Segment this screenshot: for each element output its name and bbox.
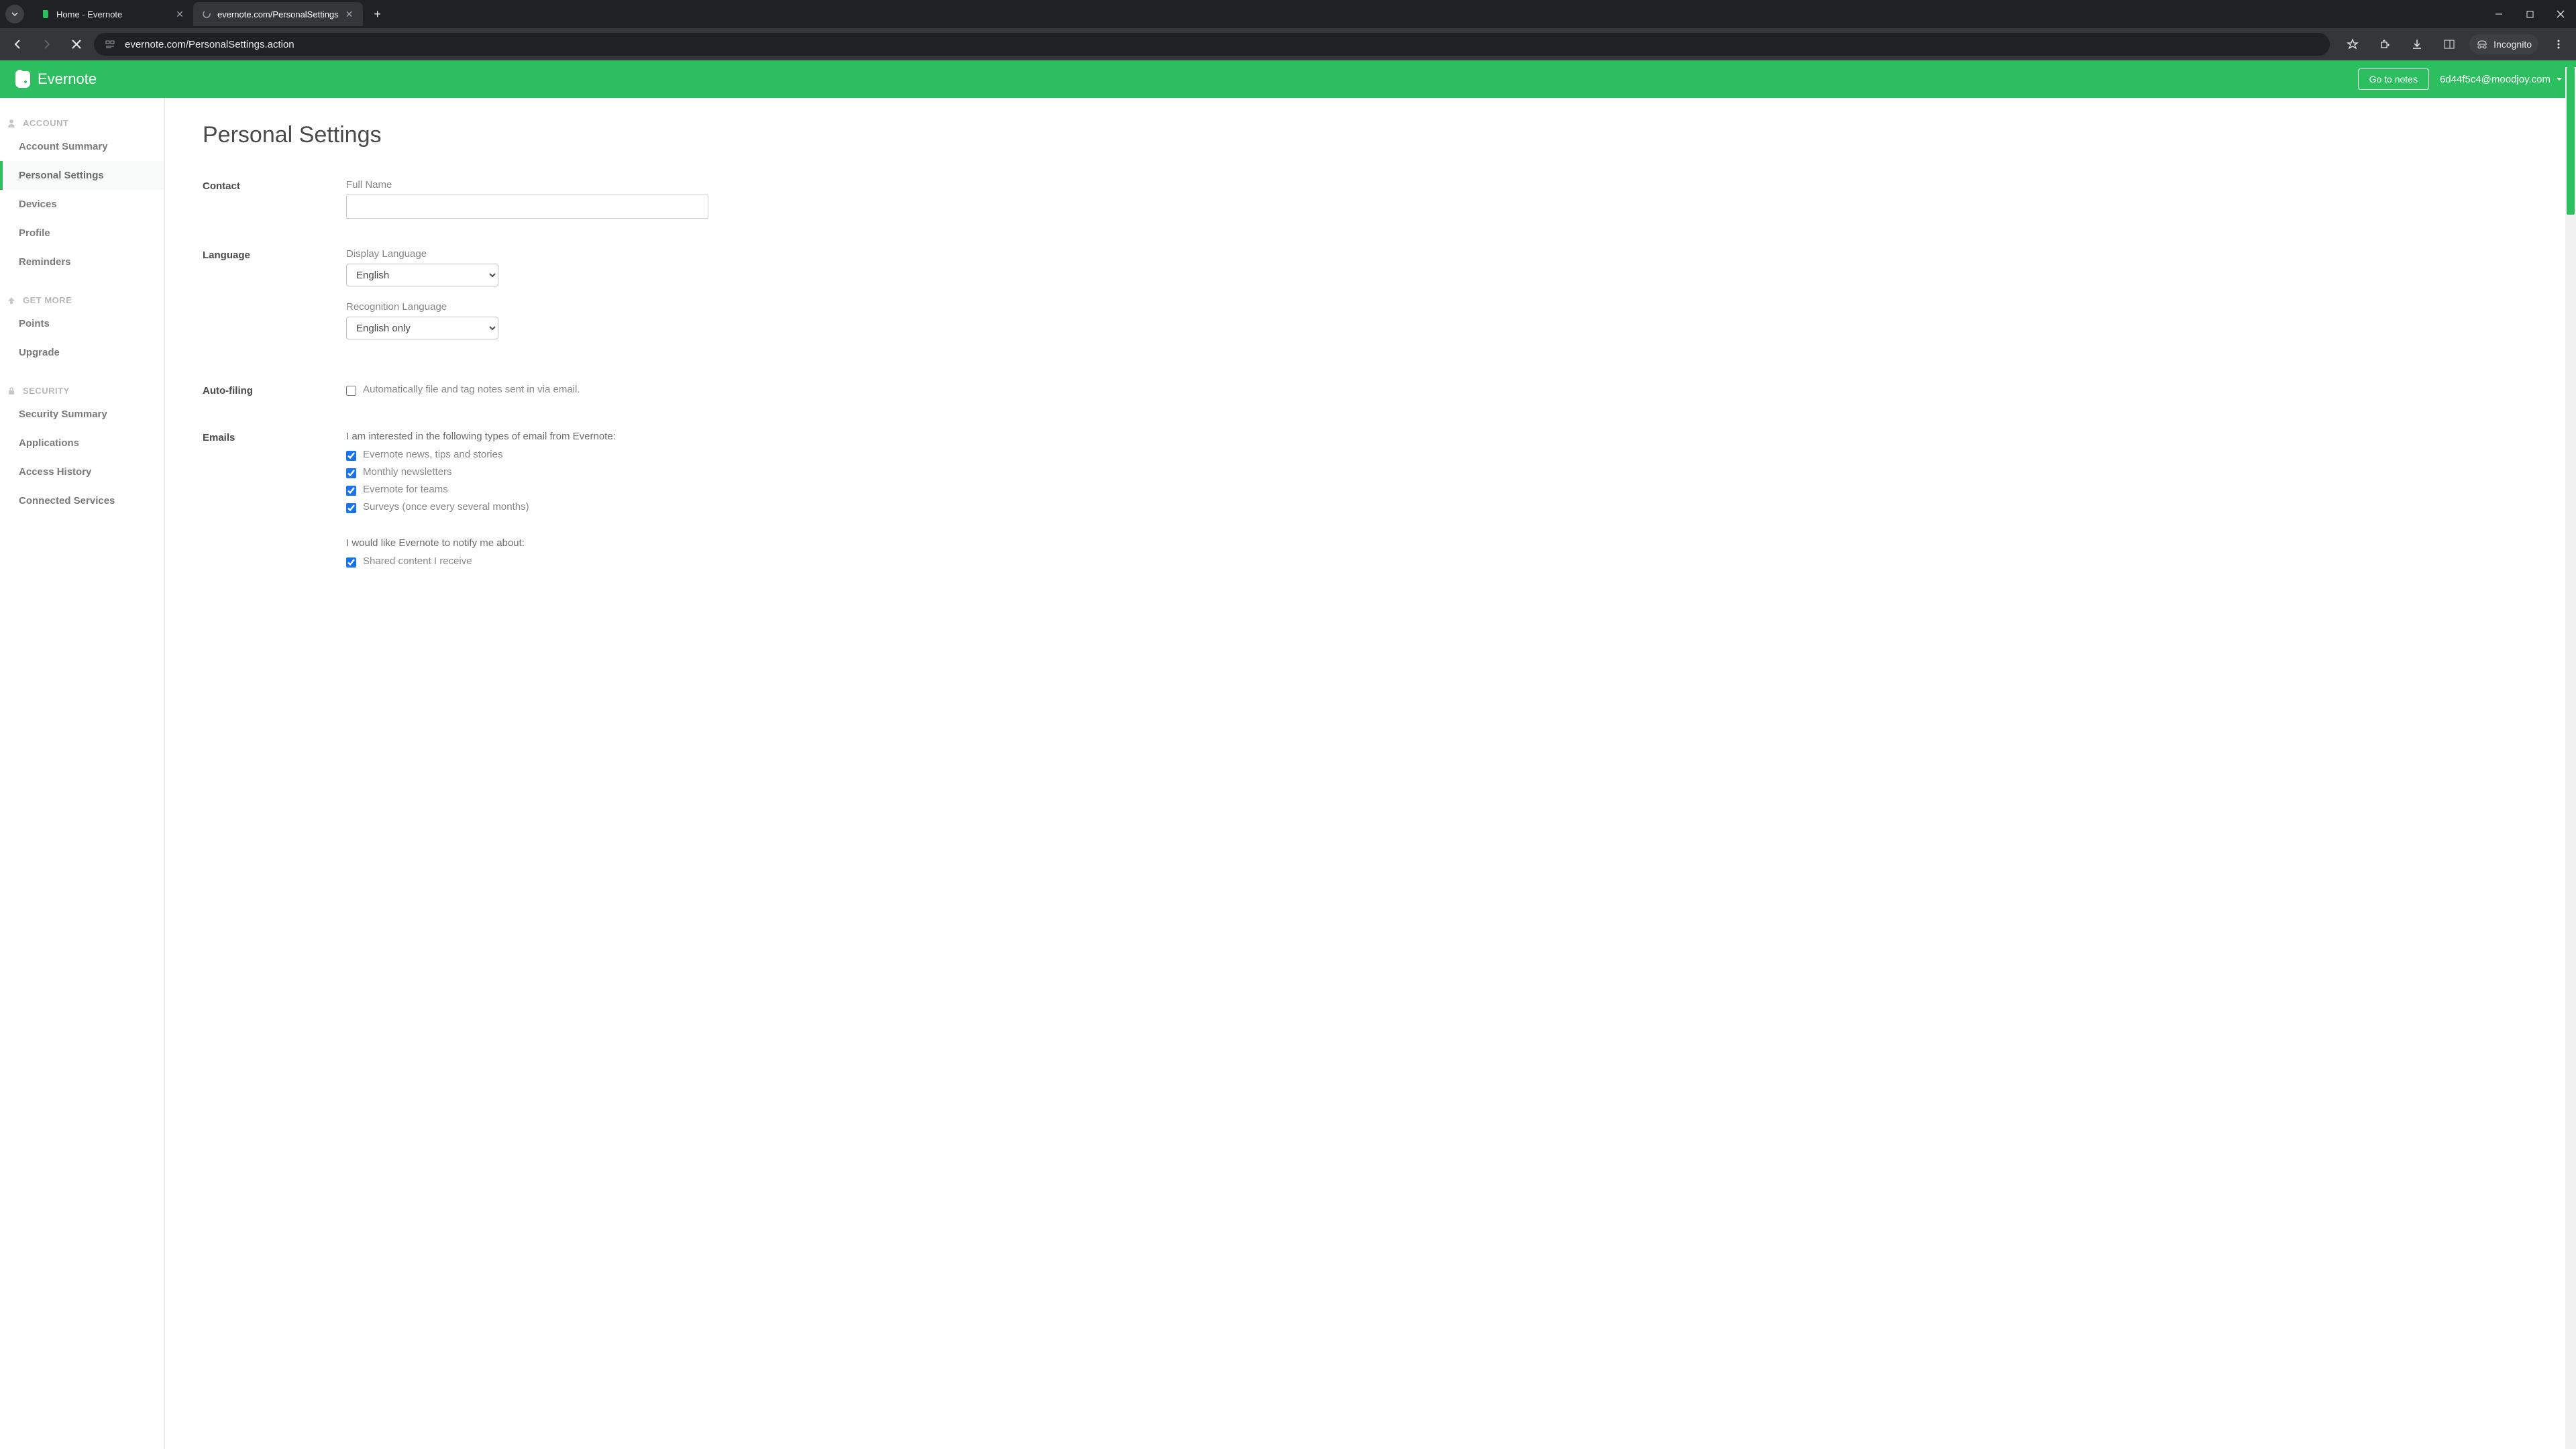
sidebar-section-security: SECURITY [0,386,164,400]
incognito-badge[interactable]: Incognito [2469,34,2538,54]
url-text: evernote.com/PersonalSettings.action [125,39,294,50]
tab-title: evernote.com/PersonalSettings [217,9,339,19]
email-opt-news-label: Evernote news, tips and stories [363,449,502,460]
emails-intro-2: I would like Evernote to notify me about… [346,537,2538,549]
browser-tab-1[interactable]: evernote.com/PersonalSettings ✕ [193,2,363,26]
site-info-icon[interactable] [103,38,117,51]
main-content: Personal Settings Contact Full Name Lang… [165,98,2576,1449]
person-icon [7,119,16,128]
email-opt-news-checkbox[interactable] [346,451,356,461]
email-opt-surveys-checkbox[interactable] [346,503,356,513]
chevron-down-icon [2556,76,2563,83]
go-to-notes-button[interactable]: Go to notes [2358,68,2429,90]
sidebar-section-get-more: GET MORE [0,295,164,309]
sidebar-item-devices[interactable]: Devices [0,190,164,219]
tab-title: Home - Evernote [56,9,169,19]
email-opt-surveys-label: Surveys (once every several months) [363,501,529,513]
auto-filing-label: Auto-filing [203,384,346,401]
browser-tab-0[interactable]: Home - Evernote ✕ [32,2,193,26]
incognito-icon [2476,38,2488,50]
emails-label: Emails [203,431,346,573]
sidebar-item-personal-settings[interactable]: Personal Settings [0,161,164,190]
window-controls [2483,0,2576,28]
sidebar-item-applications[interactable]: Applications [0,429,164,458]
full-name-input[interactable] [346,195,708,219]
auto-filing-text: Automatically file and tag notes sent in… [363,384,580,395]
sidebar-item-access-history[interactable]: Access History [0,458,164,486]
page-title: Personal Settings [203,122,2538,148]
side-panel-icon[interactable] [2437,32,2461,56]
contact-row: Contact Full Name [203,179,2538,219]
notify-shared-checkbox[interactable] [346,557,356,568]
scrollbar[interactable] [2565,67,2576,1449]
browser-chrome: Home - Evernote ✕ evernote.com/PersonalS… [0,0,2576,60]
recognition-language-label: Recognition Language [346,301,2538,313]
close-window-icon[interactable] [2545,0,2576,28]
extensions-icon[interactable] [2373,32,2397,56]
tab-search-dropdown[interactable] [5,5,24,23]
user-menu[interactable]: 6d44f5c4@moodjoy.com [2440,74,2563,85]
incognito-label: Incognito [2493,39,2532,50]
close-icon[interactable]: ✕ [174,9,185,19]
evernote-elephant-icon [13,68,32,90]
evernote-logo[interactable]: Evernote [13,68,97,90]
app-body: ACCOUNT Account Summary Personal Setting… [0,98,2576,1449]
bookmark-star-icon[interactable] [2341,32,2365,56]
sidebar-item-reminders[interactable]: Reminders [0,248,164,276]
email-opt-teams-label: Evernote for teams [363,484,448,495]
minimize-icon[interactable] [2483,0,2514,28]
brand-name: Evernote [38,70,97,88]
sidebar-item-account-summary[interactable]: Account Summary [0,132,164,161]
email-opt-newsletters-checkbox[interactable] [346,468,356,478]
new-tab-button[interactable]: + [368,5,387,23]
address-bar[interactable]: evernote.com/PersonalSettings.action [94,33,2330,56]
emails-row: Emails I am interested in the following … [203,431,2538,573]
browser-toolbar: evernote.com/PersonalSettings.action Inc… [0,28,2576,60]
sidebar-item-profile[interactable]: Profile [0,219,164,248]
scrollbar-thumb[interactable] [2567,67,2575,215]
notify-shared-label: Shared content I receive [363,555,472,567]
email-opt-newsletters-label: Monthly newsletters [363,466,452,478]
sidebar: ACCOUNT Account Summary Personal Setting… [0,98,165,1449]
full-name-label: Full Name [346,179,2538,191]
sidebar-section-account: ACCOUNT [0,118,164,132]
sidebar-item-connected-services[interactable]: Connected Services [0,486,164,515]
arrow-up-icon [7,296,16,305]
auto-filing-row: Auto-filing Automatically file and tag n… [203,384,2538,401]
stop-reload-icon[interactable] [64,32,89,56]
maximize-icon[interactable] [2514,0,2545,28]
close-icon[interactable]: ✕ [344,9,355,19]
tab-bar: Home - Evernote ✕ evernote.com/PersonalS… [0,0,2576,28]
sidebar-item-upgrade[interactable]: Upgrade [0,338,164,367]
evernote-favicon-icon [40,9,51,19]
contact-label: Contact [203,179,346,219]
recognition-language-select[interactable]: English only [346,317,498,339]
lock-icon [7,386,16,396]
app-header: Evernote Go to notes 6d44f5c4@moodjoy.co… [0,60,2576,98]
language-label: Language [203,248,346,354]
downloads-icon[interactable] [2405,32,2429,56]
display-language-label: Display Language [346,248,2538,260]
back-icon[interactable] [5,32,30,56]
loading-spinner-icon [201,9,212,19]
sidebar-item-security-summary[interactable]: Security Summary [0,400,164,429]
sidebar-item-points[interactable]: Points [0,309,164,338]
emails-intro-1: I am interested in the following types o… [346,431,2538,442]
forward-icon[interactable] [35,32,59,56]
auto-filing-checkbox[interactable] [346,386,356,396]
user-email-text: 6d44f5c4@moodjoy.com [2440,74,2551,85]
email-opt-teams-checkbox[interactable] [346,486,356,496]
display-language-select[interactable]: English [346,264,498,286]
language-row: Language Display Language English Recogn… [203,248,2538,354]
menu-icon[interactable] [2546,32,2571,56]
